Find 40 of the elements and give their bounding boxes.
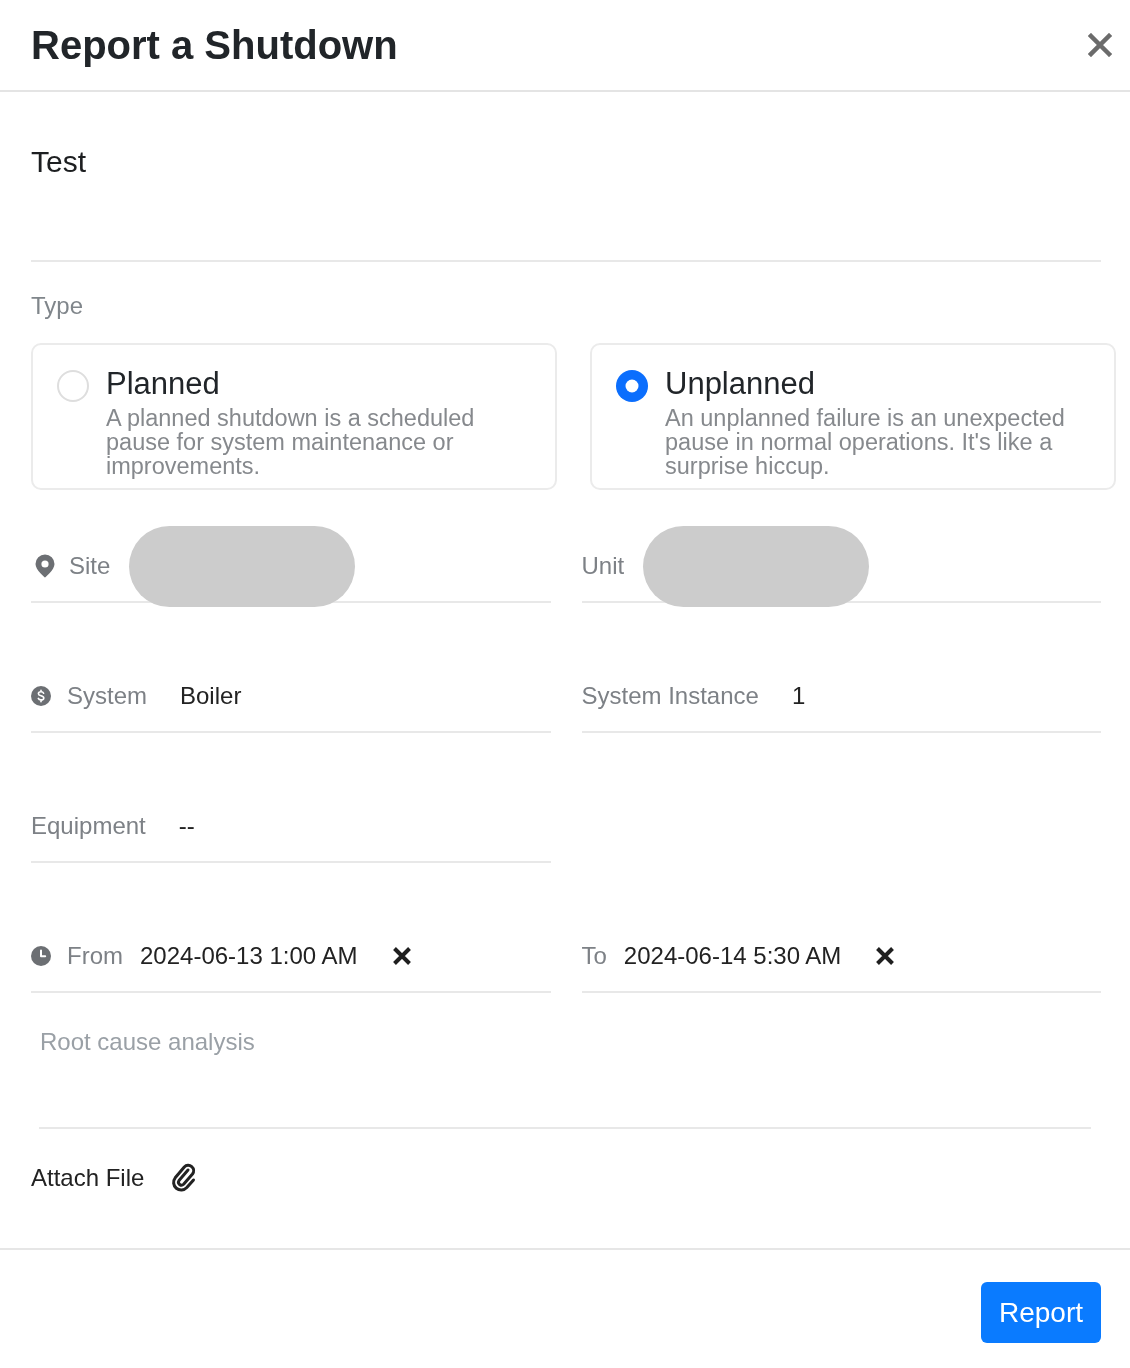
field-label: From [67,941,123,971]
dialog-title: Report a Shutdown [31,22,398,69]
radio-icon[interactable] [616,370,648,402]
option-title: Planned [106,366,221,402]
field-value: -- [178,811,195,841]
option-title: Unplanned [665,366,816,402]
form-field[interactable]: System Instance 1 [581,657,1101,733]
form-field[interactable]: Unit [581,527,1101,603]
form-field[interactable]: From 2024-06-13 1:00 AM [31,917,551,993]
option-description: A planned shutdown is a scheduled pause for system maintenance or improvements. [106,406,476,478]
type-label: Type [31,291,84,321]
field-label: Equipment [31,811,146,841]
field-label: Unit [581,551,625,581]
option-description: An unplanned failure is an unexpected pause in normal operations. It's like a surprise hiccup. [665,406,1066,478]
form-field[interactable]: Site [31,527,551,603]
field-label: Site [69,551,111,581]
type-option-card[interactable]: Planned A planned shutdown is a scheduled pause for system maintenance or improvements. [31,343,557,490]
form-field[interactable]: Equipment -- [31,787,551,863]
form-field[interactable]: System Boiler [31,657,551,733]
field-value: 2024-06-14 5:30 AM [623,941,842,971]
title-field[interactable]: Test [31,92,1101,262]
form-field[interactable]: To 2024-06-14 5:30 AM [581,917,1101,993]
close-icon[interactable] [1088,33,1112,57]
field-label: System Instance [581,681,759,711]
location-pin-icon [35,554,55,578]
report-button[interactable]: Report [980,1282,1101,1343]
root-cause-field[interactable]: Root cause analysis [39,1001,1091,1129]
field-value: 1 [791,681,806,711]
paperclip-icon [171,1163,198,1193]
type-option-card[interactable]: Unplanned An unplanned failure is an unexpected pause in normal operations. It's like a surprise hiccup. [590,343,1116,490]
radio-icon[interactable] [57,370,89,402]
attach-file-button[interactable]: Attach File [31,1163,198,1193]
clear-icon[interactable] [391,946,412,966]
clock-icon [31,946,51,966]
field-value: 2024-06-13 1:00 AM [140,941,358,971]
field-label: System [67,681,147,711]
field-label: To [581,941,607,971]
field-value: Boiler [180,681,242,711]
clear-icon[interactable] [875,946,896,966]
dollar-coin-icon [31,686,51,706]
